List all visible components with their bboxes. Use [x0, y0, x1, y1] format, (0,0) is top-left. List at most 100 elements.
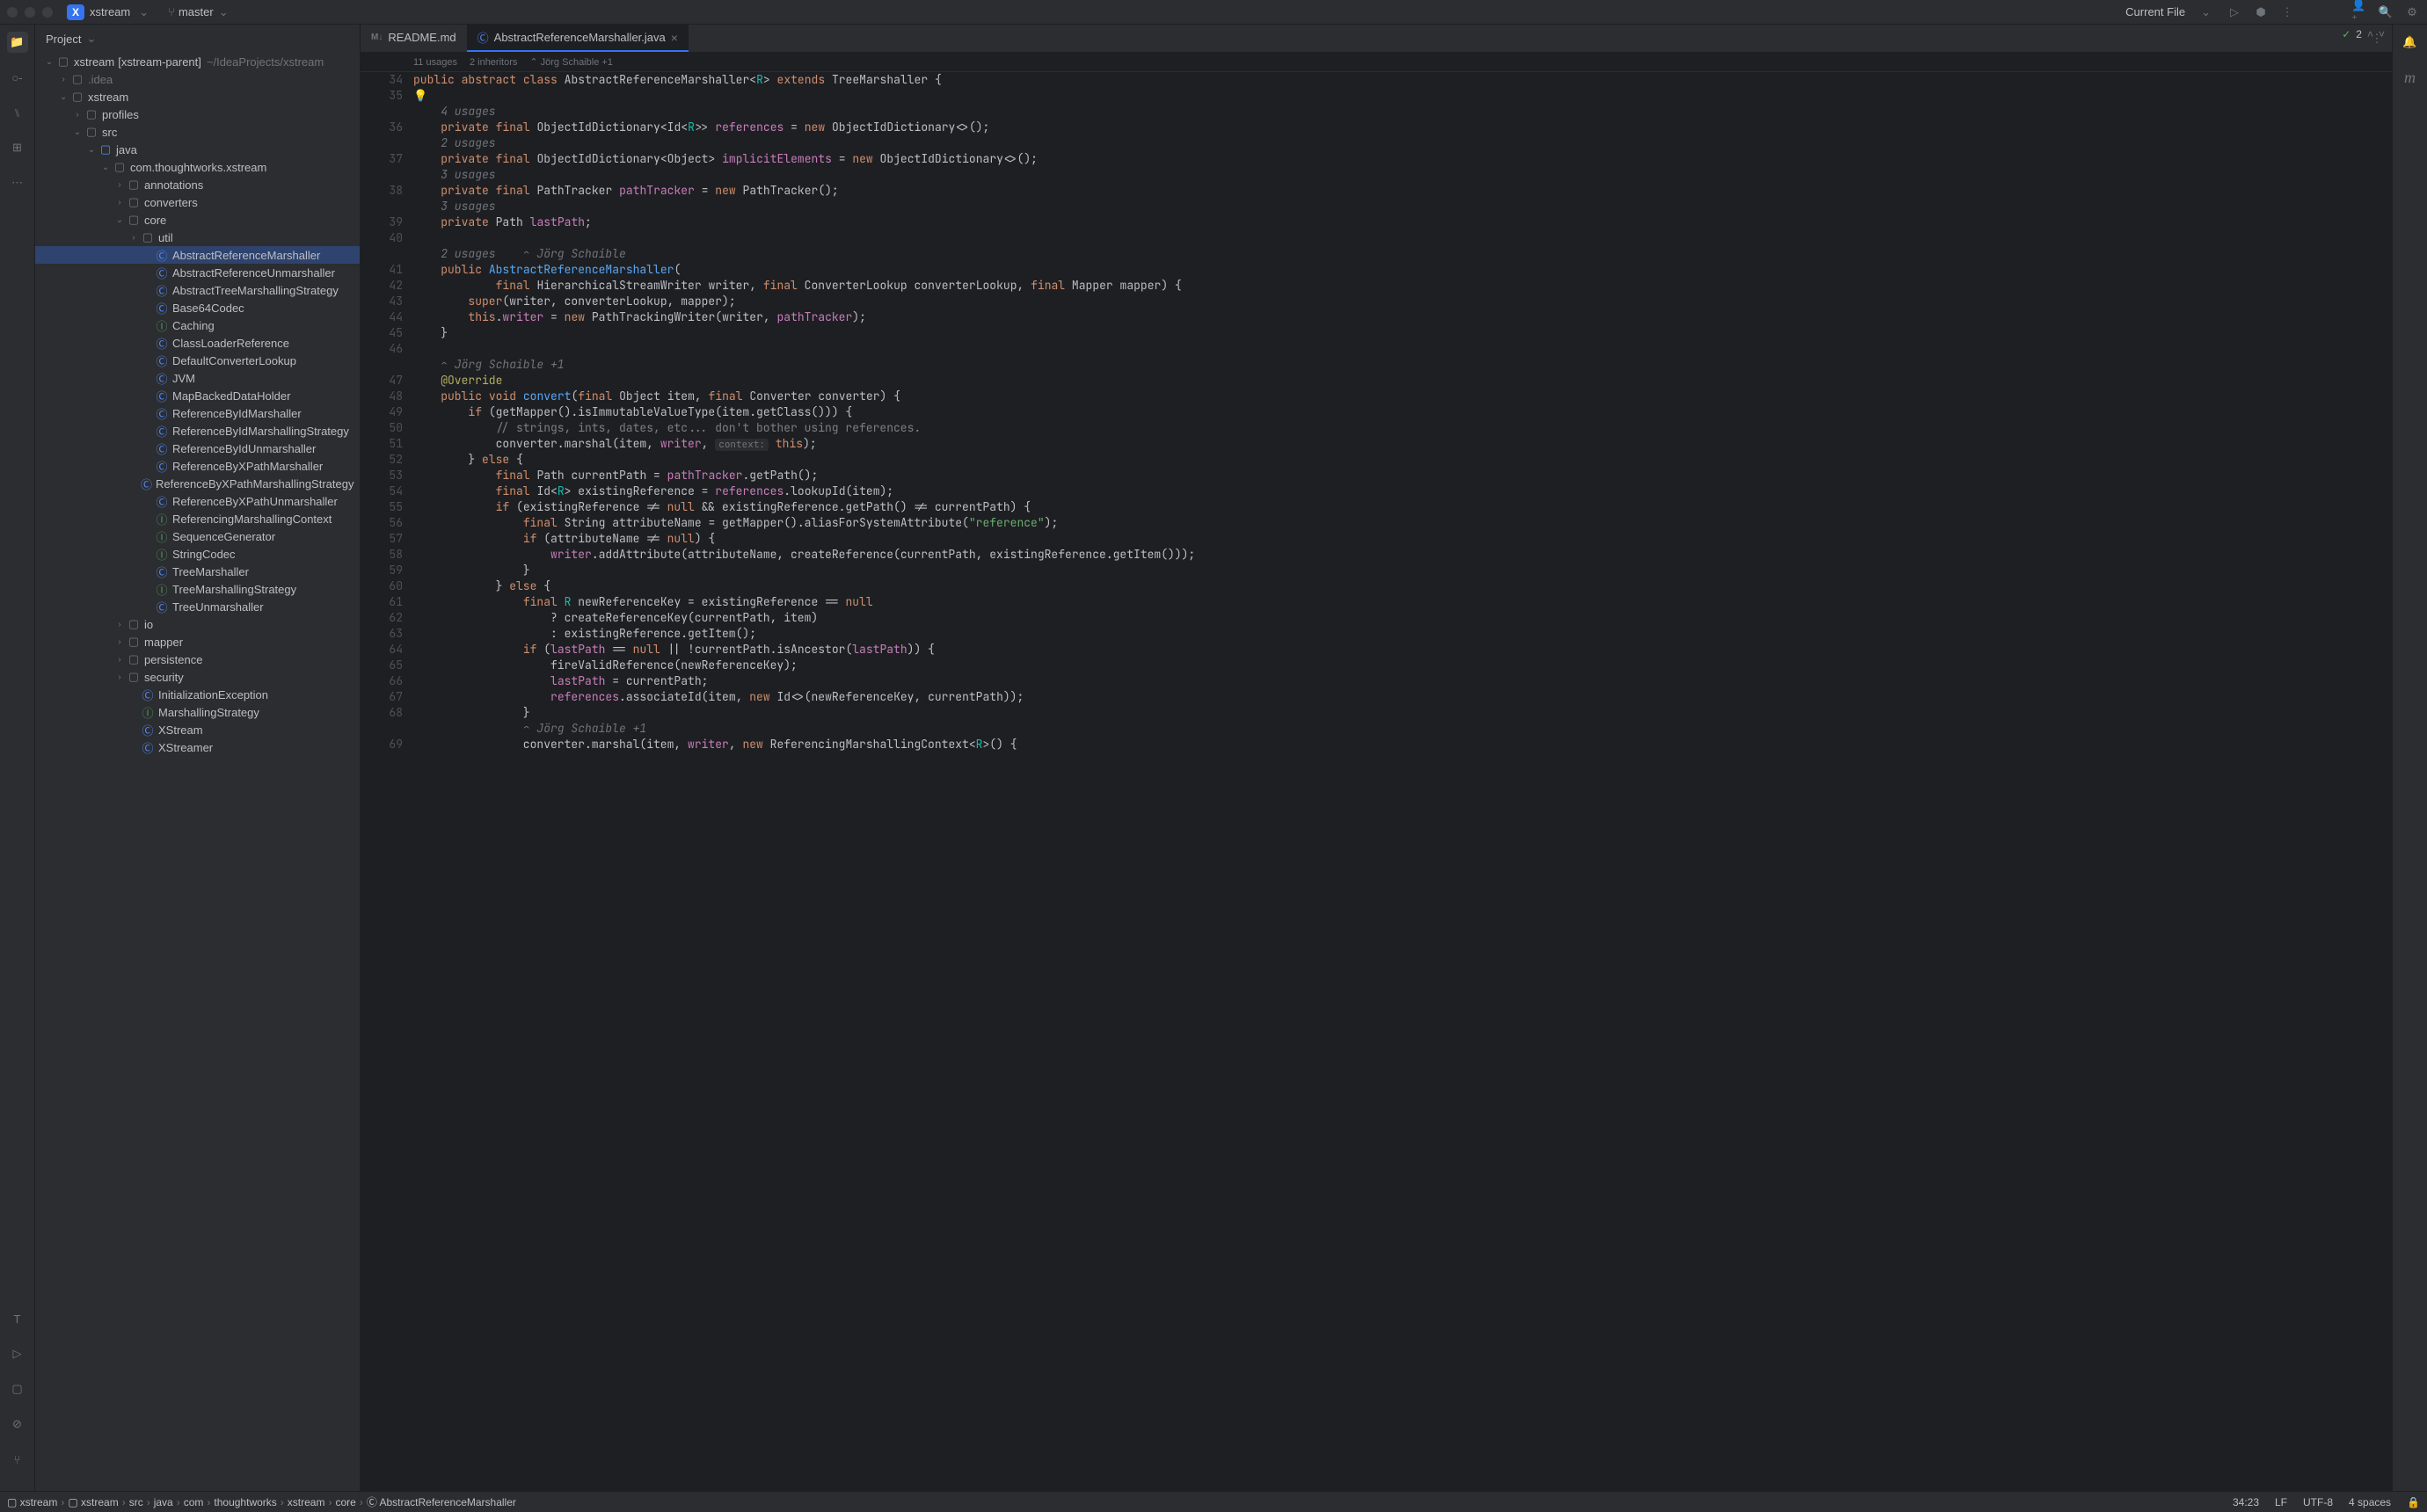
- tree-file[interactable]: ⒸInitializationException: [35, 686, 360, 703]
- inspection-widget[interactable]: ✓ 2 ˄ ˅: [2342, 28, 2385, 40]
- chevron-down-icon[interactable]: ˅: [2379, 28, 2385, 40]
- readonly-icon[interactable]: 🔒: [2407, 1496, 2420, 1508]
- tree-file[interactable]: ⒸReferenceByXPathUnmarshaller: [35, 492, 360, 510]
- breadcrumb-item[interactable]: Ⓒ AbstractReferenceMarshaller: [367, 1494, 516, 1509]
- close-window[interactable]: [7, 7, 18, 18]
- indent[interactable]: 4 spaces: [2349, 1496, 2391, 1508]
- tree-file[interactable]: ⒾMarshallingStrategy: [35, 703, 360, 721]
- maven-icon[interactable]: m: [2400, 67, 2421, 88]
- tree-node-security[interactable]: ›▢security: [35, 668, 360, 686]
- tree-node-xstream[interactable]: ⌄▢xstream: [35, 88, 360, 105]
- tree-file[interactable]: ⒸReferenceByXPathMarshallingStrategy: [35, 475, 360, 492]
- tree-file[interactable]: ⒸXStream: [35, 721, 360, 738]
- tree-file[interactable]: ⒾSequenceGenerator: [35, 527, 360, 545]
- line-ending[interactable]: LF: [2275, 1496, 2287, 1508]
- search-icon[interactable]: 🔍: [2378, 4, 2394, 20]
- maximize-window[interactable]: [42, 7, 53, 18]
- usages-hint[interactable]: 11 usages: [413, 57, 457, 68]
- tree-node-persistence[interactable]: ›▢persistence: [35, 651, 360, 668]
- branch-name[interactable]: master: [179, 5, 214, 18]
- more-tools-icon[interactable]: ⋯: [7, 172, 28, 193]
- tree-node-io[interactable]: ›▢io: [35, 615, 360, 633]
- tree-file[interactable]: ⒸTreeMarshaller: [35, 563, 360, 580]
- tree-file[interactable]: ⒸClassLoaderReference: [35, 334, 360, 352]
- tree-file[interactable]: ⒸReferenceByIdUnmarshaller: [35, 440, 360, 457]
- structure-tool-icon[interactable]: ⊞: [7, 137, 28, 158]
- tree-file[interactable]: ⒾCaching: [35, 316, 360, 334]
- project-tree[interactable]: ⌄▢ xstream [xstream-parent] ~/IdeaProjec…: [35, 53, 360, 1491]
- breadcrumb-item[interactable]: java: [154, 1496, 173, 1508]
- commit-tool-icon[interactable]: ○-: [7, 67, 28, 88]
- notifications-icon[interactable]: 🔔: [2400, 32, 2421, 53]
- terminal-icon[interactable]: T: [7, 1308, 28, 1329]
- tree-file[interactable]: ⒾStringCodec: [35, 545, 360, 563]
- breadcrumb[interactable]: ▢ xstream›▢ xstream›src›java›com›thought…: [7, 1494, 516, 1509]
- run-config[interactable]: Current File: [2125, 5, 2185, 18]
- project-sidebar: Project ⌄ ⌄▢ xstream [xstream-parent] ~/…: [35, 25, 361, 1491]
- tab-readme[interactable]: M↓ README.md: [361, 25, 467, 52]
- project-tool-icon[interactable]: 📁: [7, 32, 28, 53]
- tree-file[interactable]: ⒸAbstractTreeMarshallingStrategy: [35, 281, 360, 299]
- tree-file[interactable]: ⒸJVM: [35, 369, 360, 387]
- tree-file[interactable]: ⒸMapBackedDataHolder: [35, 387, 360, 404]
- breadcrumb-item[interactable]: ▢ xstream: [7, 1496, 57, 1508]
- cursor-position[interactable]: 34:23: [2233, 1496, 2259, 1508]
- tree-root[interactable]: ⌄▢ xstream [xstream-parent] ~/IdeaProjec…: [35, 53, 360, 70]
- collab-icon[interactable]: 👤⁺: [2351, 4, 2367, 20]
- tree-file[interactable]: ⒸAbstractReferenceUnmarshaller: [35, 264, 360, 281]
- tree-file[interactable]: ⒸDefaultConverterLookup: [35, 352, 360, 369]
- project-name[interactable]: xstream: [90, 5, 130, 18]
- tree-node-src[interactable]: ⌄▢src: [35, 123, 360, 141]
- pull-requests-icon[interactable]: ⑊: [7, 102, 28, 123]
- titlebar: X xstream ⌄ ⑂ master ⌄ Current File ⌄ ▷ …: [0, 0, 2427, 25]
- tree-node-mapper[interactable]: ›▢mapper: [35, 633, 360, 651]
- close-tab-icon[interactable]: ×: [671, 31, 678, 45]
- line-gutter[interactable]: 3435363738394041424344454647484950515253…: [361, 72, 413, 1491]
- tree-node-profiles[interactable]: ›▢profiles: [35, 105, 360, 123]
- tree-file[interactable]: ⒸReferenceByIdMarshallingStrategy: [35, 422, 360, 440]
- vcs-tool-icon[interactable]: ⑂: [7, 1449, 28, 1470]
- run-tool-icon[interactable]: ▷: [7, 1343, 28, 1364]
- breadcrumb-item[interactable]: com: [184, 1496, 204, 1508]
- window-controls[interactable]: [7, 7, 53, 18]
- tree-file[interactable]: ⒸTreeUnmarshaller: [35, 598, 360, 615]
- tree-node-annotations[interactable]: ›▢annotations: [35, 176, 360, 193]
- code-content[interactable]: public abstract class AbstractReferenceM…: [413, 72, 2392, 1491]
- tree-file[interactable]: ⒸBase64Codec: [35, 299, 360, 316]
- problems-icon[interactable]: ⊘: [7, 1414, 28, 1435]
- tree-node-util[interactable]: ›▢util: [35, 229, 360, 246]
- author-hint[interactable]: ⌃ Jörg Schaible +1: [529, 56, 613, 68]
- breadcrumb-item[interactable]: core: [335, 1496, 355, 1508]
- more-icon[interactable]: ⋮: [2279, 4, 2295, 20]
- project-badge[interactable]: X: [67, 4, 84, 20]
- debug-icon[interactable]: ⬢: [2253, 4, 2269, 20]
- breadcrumb-item[interactable]: ▢ xstream: [68, 1496, 118, 1508]
- tree-node-converters[interactable]: ›▢converters: [35, 193, 360, 211]
- code-editor[interactable]: 3435363738394041424344454647484950515253…: [361, 72, 2392, 1491]
- chevron-down-icon: ⌄: [139, 5, 149, 19]
- tab-java-file[interactable]: Ⓒ AbstractReferenceMarshaller.java ×: [467, 25, 689, 52]
- settings-icon[interactable]: ⚙: [2404, 4, 2420, 20]
- editor-area: M↓ README.md Ⓒ AbstractReferenceMarshall…: [361, 25, 2392, 1491]
- tree-file[interactable]: ⒸAbstractReferenceMarshaller: [35, 246, 360, 264]
- run-icon[interactable]: ▷: [2227, 4, 2242, 20]
- build-tool-icon[interactable]: ▢: [7, 1378, 28, 1399]
- tree-file[interactable]: ⒸReferenceByXPathMarshaller: [35, 457, 360, 475]
- tree-file[interactable]: ⒸXStreamer: [35, 738, 360, 756]
- inheritors-hint[interactable]: 2 inheritors: [470, 57, 517, 68]
- breadcrumb-item[interactable]: xstream: [288, 1496, 325, 1508]
- tree-file[interactable]: ⒾReferencingMarshallingContext: [35, 510, 360, 527]
- tree-node-core[interactable]: ⌄▢core: [35, 211, 360, 229]
- tree-node-idea[interactable]: ›▢.idea: [35, 70, 360, 88]
- sidebar-title[interactable]: Project ⌄: [35, 25, 360, 53]
- tree-node-java[interactable]: ⌄▢java: [35, 141, 360, 158]
- chevron-up-icon[interactable]: ˄: [2367, 28, 2373, 40]
- breadcrumb-item[interactable]: thoughtworks: [214, 1496, 276, 1508]
- tree-file[interactable]: ⒸReferenceByIdMarshaller: [35, 404, 360, 422]
- tree-node-package[interactable]: ⌄▢com.thoughtworks.xstream: [35, 158, 360, 176]
- right-tool-rail: 🔔 m: [2392, 25, 2427, 1491]
- tree-file[interactable]: ⒾTreeMarshallingStrategy: [35, 580, 360, 598]
- encoding[interactable]: UTF-8: [2303, 1496, 2333, 1508]
- breadcrumb-item[interactable]: src: [129, 1496, 143, 1508]
- minimize-window[interactable]: [25, 7, 35, 18]
